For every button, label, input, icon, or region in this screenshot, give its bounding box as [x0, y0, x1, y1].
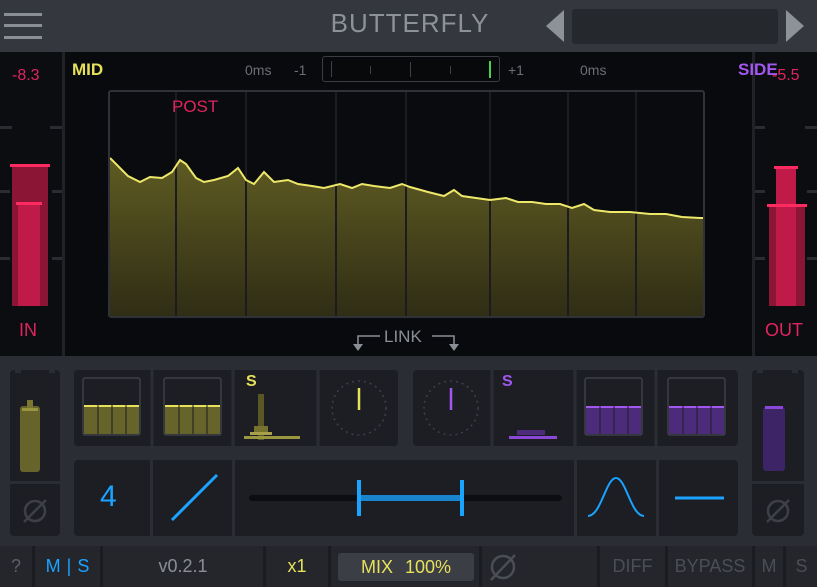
side-band-panel: S: [413, 370, 738, 446]
footer-bar: ? M | S v0.2.1 x1 MIX 100% DIFF BYPASS M…: [0, 546, 817, 587]
input-meter-panel: [0, 52, 65, 356]
crossover-panel: 4: [74, 460, 738, 536]
side-pan-knob[interactable]: [423, 380, 479, 436]
mid-band-panel: S: [74, 370, 398, 446]
crossover-range-slider[interactable]: [234, 460, 574, 536]
mid-solo-button[interactable]: S: [246, 373, 257, 391]
side-solo-button[interactable]: S: [502, 373, 513, 391]
side-solo-footer-button[interactable]: S: [786, 546, 817, 587]
mid-delay-readout[interactable]: 0ms: [245, 62, 271, 78]
side-channel-label: SIDE: [738, 60, 778, 79]
mid-phase-invert-icon[interactable]: [10, 486, 60, 536]
link-label: LINK: [384, 327, 422, 346]
mode-m-label[interactable]: M: [46, 556, 61, 577]
correlation-meter: [322, 56, 500, 82]
bell-curve-icon[interactable]: [576, 460, 656, 536]
slope-line-icon[interactable]: [154, 460, 230, 536]
output-label: OUT: [765, 320, 803, 340]
correlation-max-label: +1: [508, 62, 524, 78]
side-delay-readout[interactable]: 0ms: [580, 62, 606, 78]
output-meter-panel: [752, 52, 817, 356]
input-level-readout: -8.3: [12, 67, 40, 84]
mode-s-label[interactable]: S: [77, 556, 89, 577]
input-label: IN: [19, 320, 37, 340]
side-gain-fader[interactable]: [763, 407, 785, 471]
help-button[interactable]: ?: [0, 546, 32, 587]
plugin-title: BUTTERFLY: [330, 8, 490, 38]
mid-high-meter[interactable]: [163, 377, 222, 436]
side-solo-width-slider[interactable]: [509, 430, 557, 439]
mix-label: MIX: [360, 556, 393, 577]
mid-solo-footer-button[interactable]: M: [755, 546, 783, 587]
filter-order-value[interactable]: 4: [100, 480, 117, 514]
mix-value: 100%: [404, 556, 452, 577]
phase-invert-icon[interactable]: [481, 546, 531, 587]
link-toggle[interactable]: LINK: [350, 327, 462, 353]
preset-next-icon[interactable]: [786, 10, 804, 42]
flat-line-icon[interactable]: [658, 460, 738, 536]
bypass-button[interactable]: BYPASS: [668, 546, 752, 587]
mid-pan-knob[interactable]: [331, 380, 387, 436]
side-low-meter[interactable]: [584, 377, 643, 436]
hamburger-menu-icon[interactable]: [4, 11, 42, 41]
post-label: POST: [172, 97, 219, 116]
mode-separator: |: [66, 556, 72, 576]
mode-toggle[interactable]: M | S: [35, 546, 100, 587]
spectrum-analyzer: [108, 90, 705, 318]
side-gain-fader-panel: [752, 370, 804, 536]
mid-gain-fader-panel: [10, 370, 60, 536]
mid-channel-label: MID: [72, 60, 104, 79]
version-label: v0.2.1: [158, 556, 208, 576]
diff-button[interactable]: DIFF: [600, 546, 665, 587]
preset-name-display[interactable]: [572, 9, 778, 44]
correlation-min-label: -1: [294, 62, 307, 78]
side-high-meter[interactable]: [667, 377, 726, 436]
oversample-button[interactable]: x1: [266, 546, 328, 587]
preset-prev-icon[interactable]: [546, 10, 564, 42]
mid-solo-width-slider[interactable]: [244, 394, 300, 440]
spectrum-graph: [110, 92, 703, 316]
side-phase-invert-icon[interactable]: [752, 486, 804, 536]
mid-gain-fader[interactable]: [20, 406, 40, 472]
mix-control[interactable]: MIX 100%: [338, 553, 474, 581]
mid-low-meter[interactable]: [82, 377, 141, 436]
